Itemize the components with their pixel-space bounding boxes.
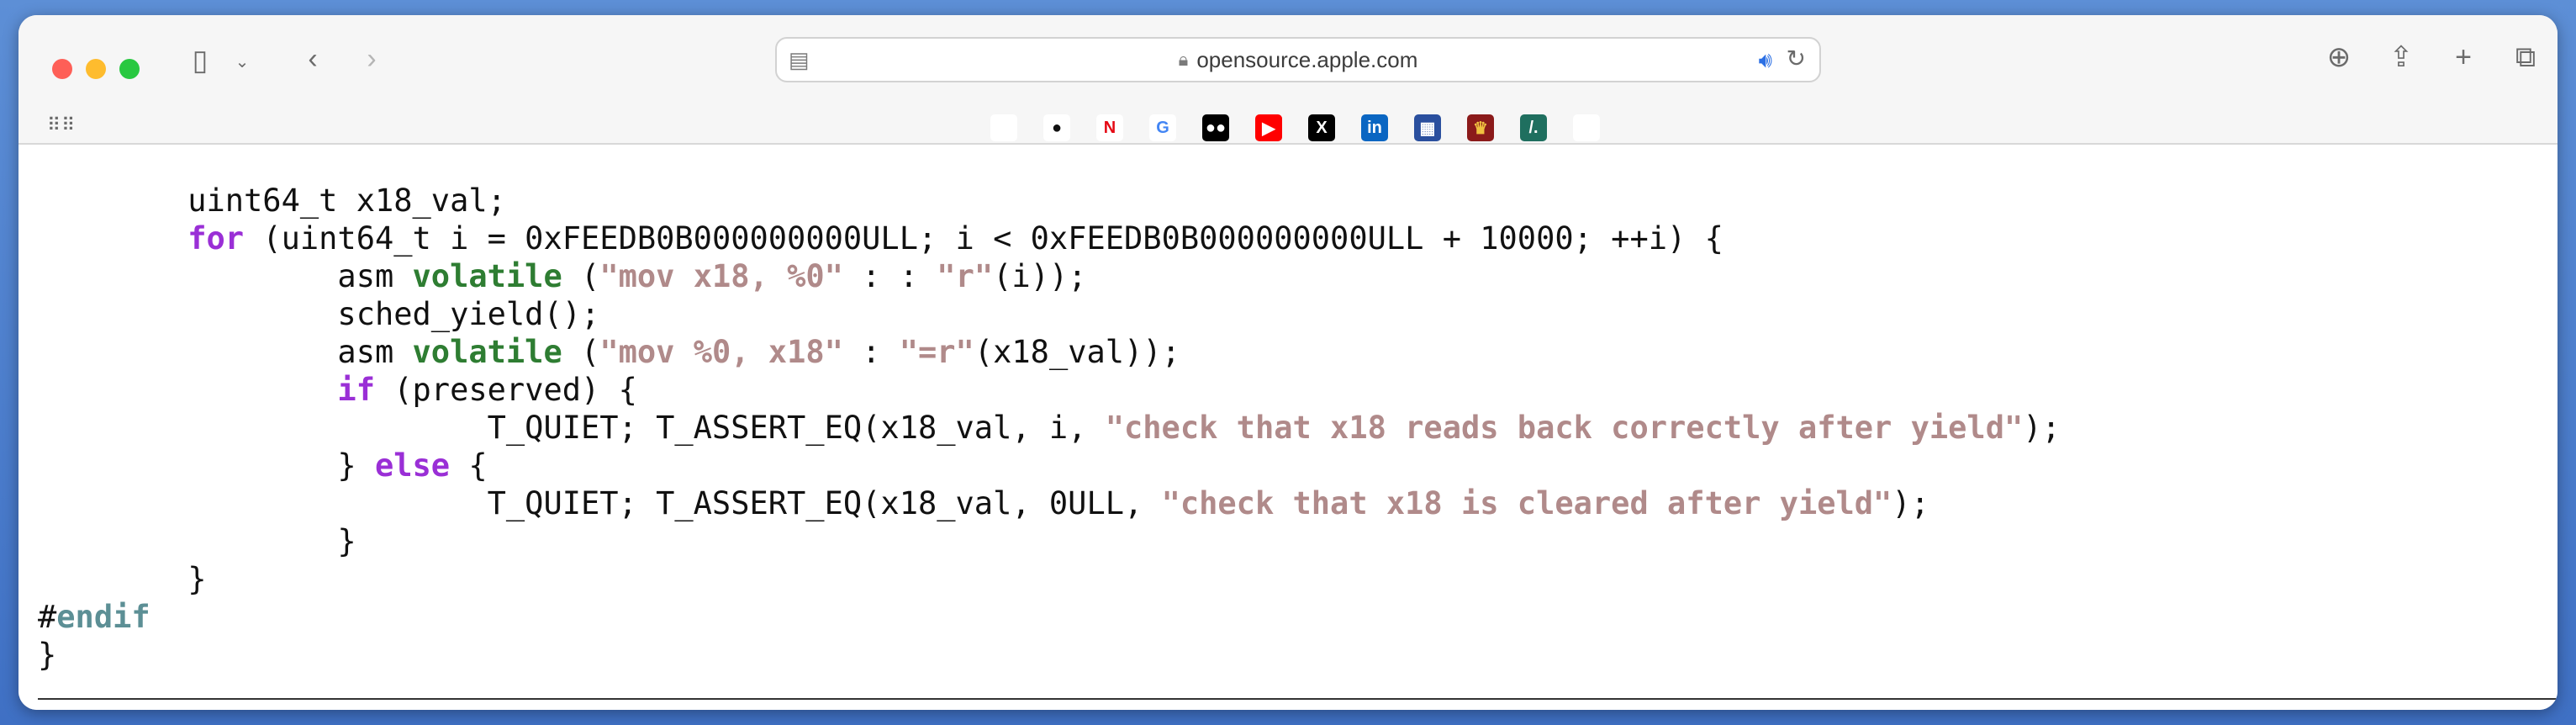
code-line: #endif xyxy=(38,598,2061,636)
code-token: : : xyxy=(842,258,937,294)
favorite-google-icon[interactable]: G xyxy=(1149,114,1176,141)
code-token-kw: else xyxy=(374,447,451,484)
source-code: uint64_t x18_val; for (uint64_t i = 0xFE… xyxy=(38,182,2061,674)
address-bar[interactable]: ▤ 🔒︎ opensource.apple.com 🔊︎ ↻ xyxy=(775,37,1821,82)
code-token-str: "=r" xyxy=(899,334,974,370)
code-line: } xyxy=(38,522,2061,560)
tab-overview-icon[interactable]: ⧉ xyxy=(2507,40,2544,74)
code-line: uint64_t x18_val; xyxy=(38,182,2061,220)
code-token-pp: endif xyxy=(56,599,150,635)
code-line: sched_yield(); xyxy=(38,295,2061,333)
code-line: if (preserved) { xyxy=(38,371,2061,409)
code-line: asm volatile ("mov x18, %0" : : "r"(i)); xyxy=(38,257,2061,295)
favorite-linkedin-icon[interactable]: in xyxy=(1361,114,1388,141)
favorite-site-icon[interactable]: ▦ xyxy=(1414,114,1441,141)
code-line: } xyxy=(38,636,2061,674)
page-content: uint64_t x18_val; for (uint64_t i = 0xFE… xyxy=(18,145,2558,710)
code-token: (x18_val)); xyxy=(974,334,1180,370)
code-token: { xyxy=(450,447,488,484)
code-token-str: "r" xyxy=(937,258,994,294)
speaker-icon[interactable]: 🔊︎ xyxy=(1759,47,1772,72)
forward-icon[interactable]: › xyxy=(355,42,388,76)
code-token: : xyxy=(842,334,900,370)
code-token-str: "mov %0, x18" xyxy=(599,334,843,370)
browser-window: ▯ ⌄ ‹ › ▤ 🔒︎ opensource.apple.com 🔊︎ ↻ ⊕… xyxy=(18,15,2558,710)
browser-toolbar: ▯ ⌄ ‹ › ▤ 🔒︎ opensource.apple.com 🔊︎ ↻ ⊕… xyxy=(18,15,2558,145)
chevron-down-icon[interactable]: ⌄ xyxy=(232,45,252,79)
code-token: # xyxy=(38,599,57,635)
code-token: asm xyxy=(38,258,413,294)
code-line: } else { xyxy=(38,447,2061,484)
favorite-x-icon[interactable]: X xyxy=(1308,114,1335,141)
code-line: asm volatile ("mov %0, x18" : "=r"(x18_v… xyxy=(38,333,2061,371)
code-line: T_QUIET; T_ASSERT_EQ(x18_val, i, "check … xyxy=(38,409,2061,447)
code-token-str: "mov x18, %0" xyxy=(599,258,843,294)
new-tab-icon[interactable]: + xyxy=(2445,40,2482,74)
favorite-medium-icon[interactable]: ●● xyxy=(1202,114,1229,141)
code-token: T_QUIET; T_ASSERT_EQ(x18_val, 0ULL, xyxy=(38,485,1162,521)
code-token-kv: volatile xyxy=(412,258,562,294)
code-token: (i)); xyxy=(993,258,1087,294)
code-token: (uint64_t i = 0xFEEDB0B000000000ULL; i <… xyxy=(244,220,1723,257)
code-token: sched_yield(); xyxy=(38,296,600,332)
favorite-slash-icon[interactable]: /. xyxy=(1520,114,1547,141)
code-token: uint64_t x18_val; xyxy=(38,183,506,219)
minimize-window-button[interactable] xyxy=(86,59,106,79)
code-token-str: "check that x18 reads back correctly aft… xyxy=(1105,410,2024,446)
favorite-shield-icon[interactable]: ♛ xyxy=(1467,114,1494,141)
sidebar-icon[interactable]: ▯ xyxy=(182,44,219,77)
favorite-apple-2-icon[interactable] xyxy=(1573,114,1600,141)
favorite-apple-icon[interactable] xyxy=(990,114,1017,141)
code-token: } xyxy=(38,447,375,484)
zoom-window-button[interactable] xyxy=(119,59,140,79)
favorite-github-icon[interactable]: ● xyxy=(1043,114,1070,141)
favorites-grid-icon[interactable]: ⠿⠿ xyxy=(47,114,76,136)
reload-icon[interactable]: ↻ xyxy=(1787,45,1806,72)
code-token: ); xyxy=(2023,410,2061,446)
back-icon[interactable]: ‹ xyxy=(296,42,330,76)
code-token: } xyxy=(38,523,356,559)
code-token-kv: volatile xyxy=(412,334,562,370)
horizontal-rule xyxy=(38,698,2558,700)
code-token: asm xyxy=(38,334,413,370)
code-token: } xyxy=(38,637,57,673)
favorites-bar: ● N G ●● ▶ Xin ▦ ♛ /. xyxy=(990,114,1600,141)
code-token-kw: if xyxy=(337,372,375,408)
code-token: } xyxy=(38,561,207,597)
code-token: ); xyxy=(1892,485,1929,521)
favorite-netflix-icon[interactable]: N xyxy=(1096,114,1123,141)
code-line: } xyxy=(38,560,2061,598)
code-line: for (uint64_t i = 0xFEEDB0B000000000ULL;… xyxy=(38,220,2061,257)
code-line: T_QUIET; T_ASSERT_EQ(x18_val, 0ULL, "che… xyxy=(38,484,2061,522)
share-icon[interactable]: ⇪ xyxy=(2383,40,2420,74)
url-text: opensource.apple.com xyxy=(1196,46,1418,72)
code-token: (preserved) { xyxy=(374,372,637,408)
code-token: ( xyxy=(562,334,600,370)
code-token: T_QUIET; T_ASSERT_EQ(x18_val, i, xyxy=(38,410,1106,446)
code-token: ( xyxy=(562,258,600,294)
lock-icon: 🔒︎ xyxy=(1178,49,1189,70)
download-icon[interactable]: ⊕ xyxy=(2320,40,2357,74)
favorite-youtube-icon[interactable]: ▶ xyxy=(1255,114,1282,141)
code-token-str: "check that x18 is cleared after yield" xyxy=(1161,485,1892,521)
close-window-button[interactable] xyxy=(52,59,72,79)
code-token-kw: for xyxy=(187,220,245,257)
